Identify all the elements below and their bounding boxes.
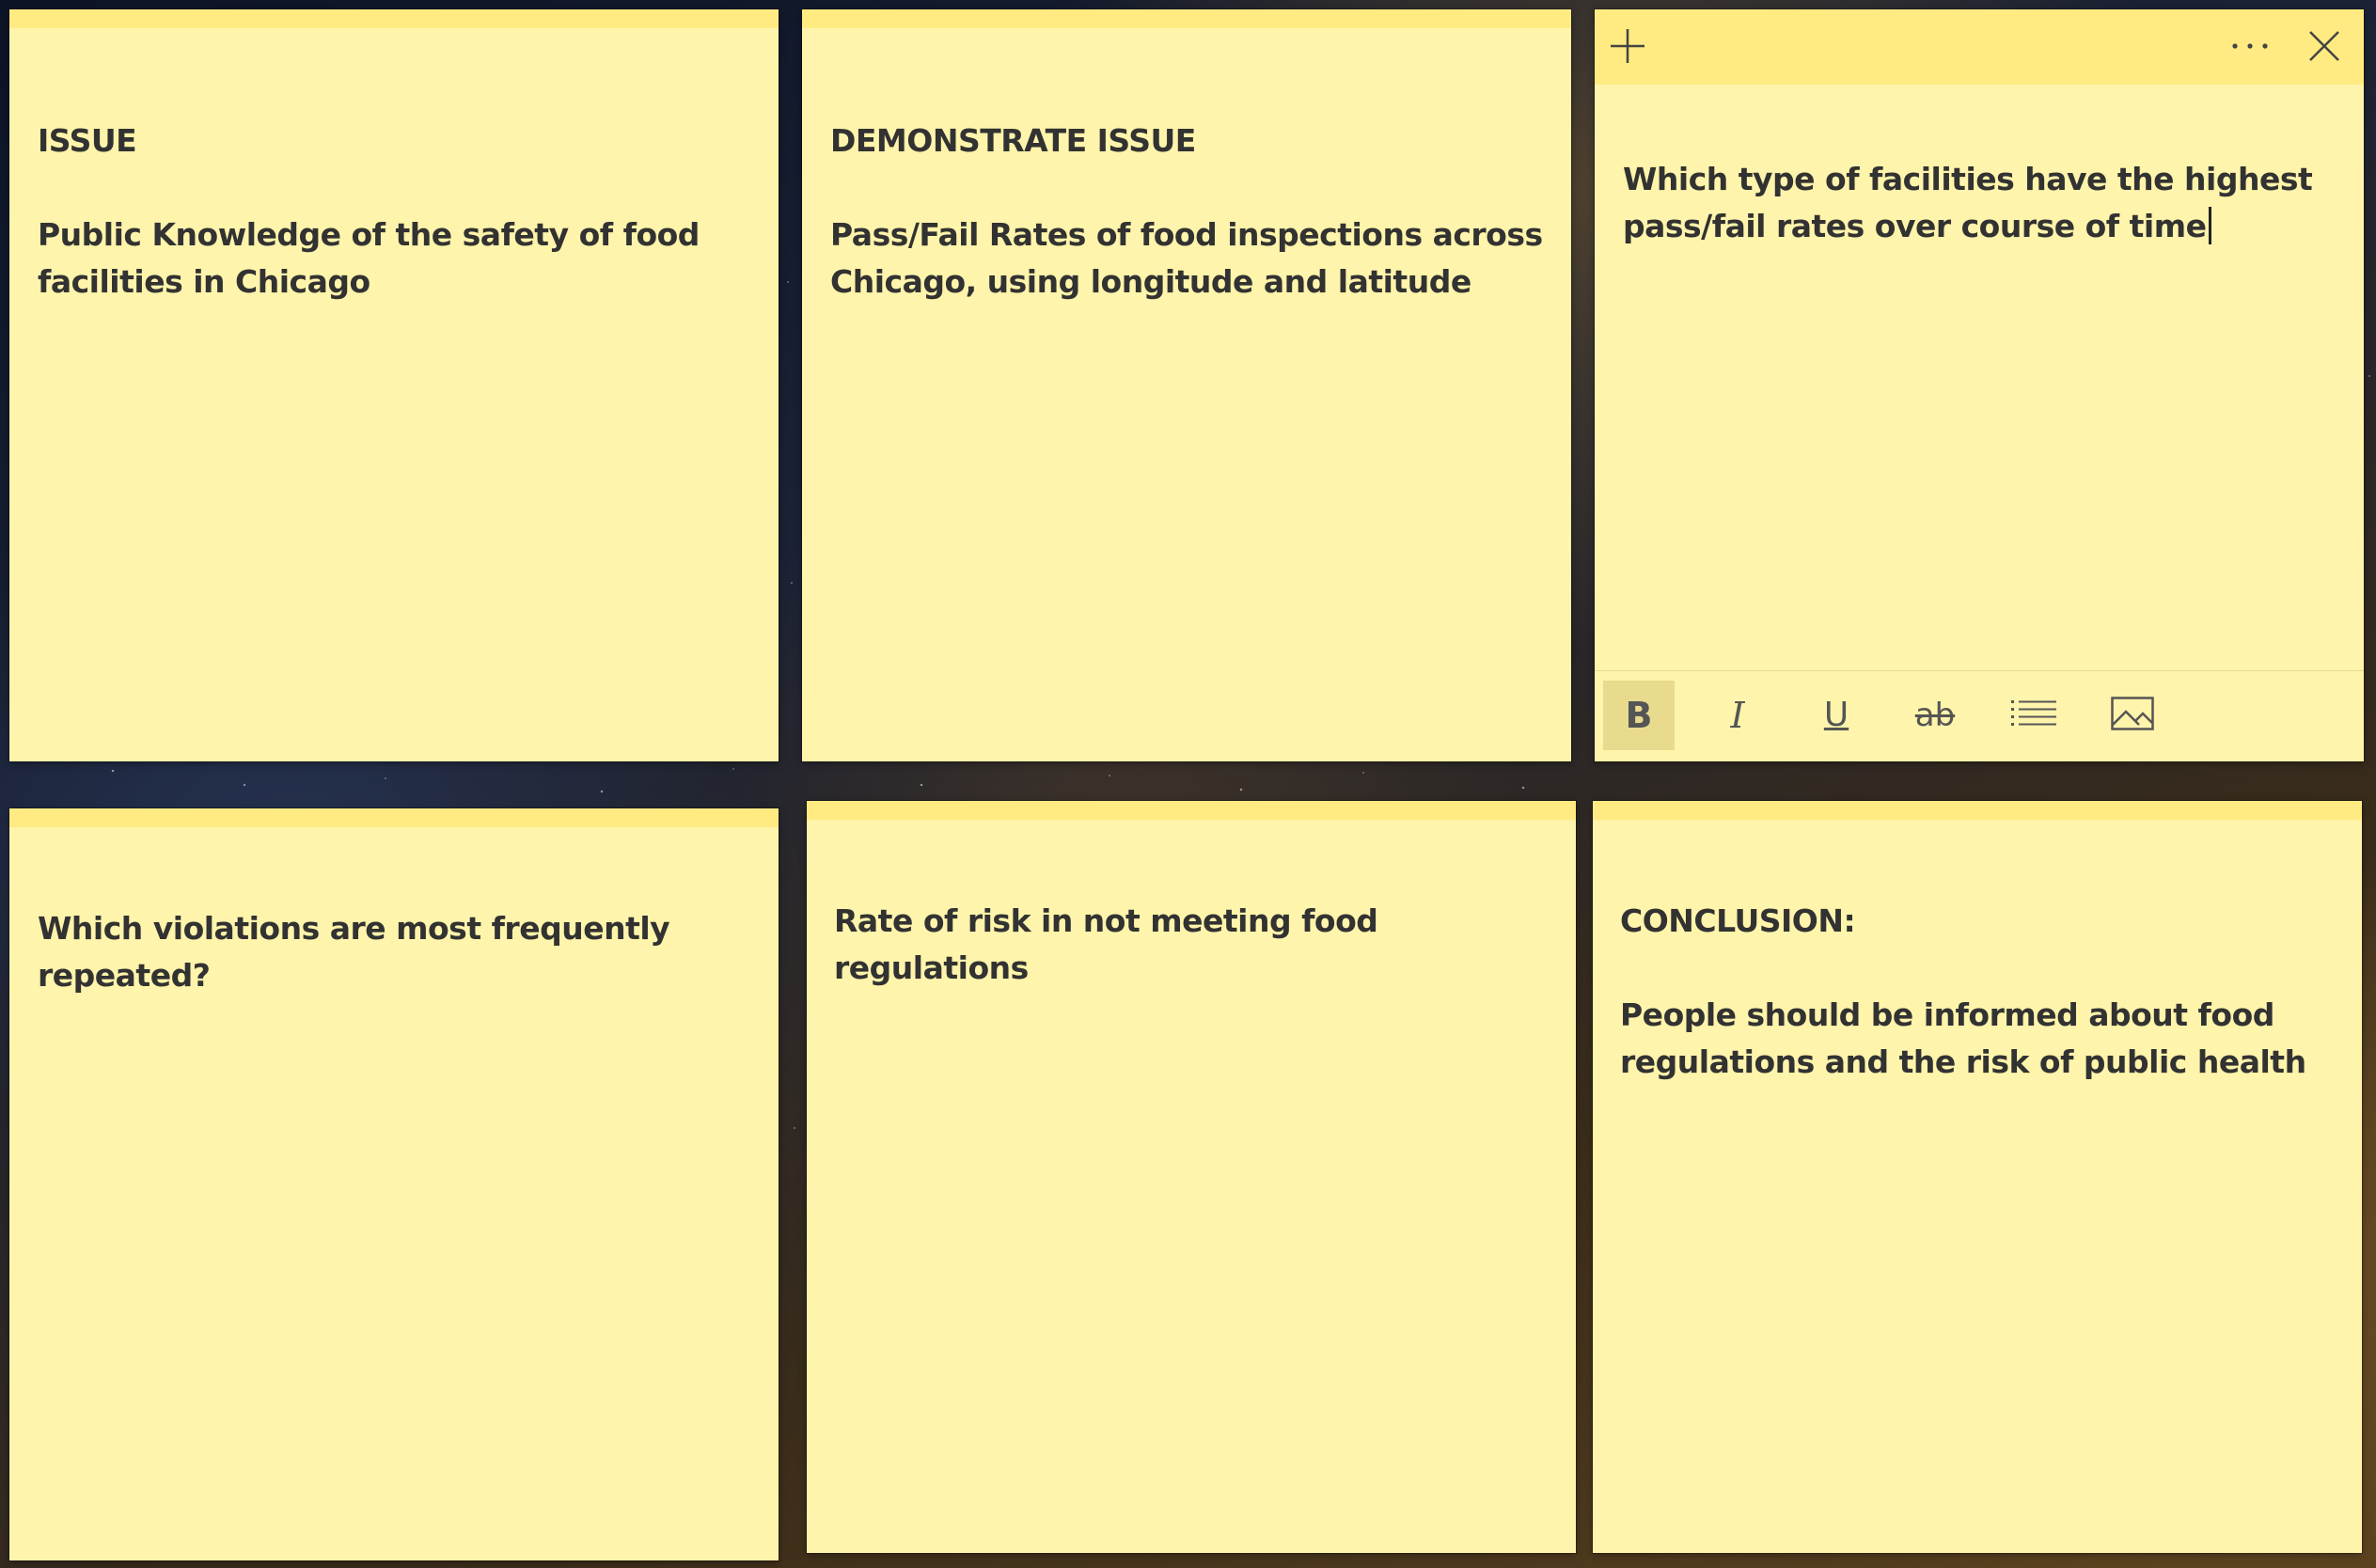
insert-image-button[interactable] xyxy=(2097,681,2168,750)
underline-label: U xyxy=(1823,696,1849,734)
sticky-note-issue[interactable]: ISSUE Public Knowledge of the safety of … xyxy=(9,9,779,761)
bold-label: B xyxy=(1625,695,1653,736)
bold-button[interactable]: B xyxy=(1603,681,1675,750)
note-header[interactable] xyxy=(1595,9,2364,85)
note-top-bar[interactable] xyxy=(9,808,779,827)
note-content[interactable]: DEMONSTRATE ISSUE Pass/Fail Rates of foo… xyxy=(830,118,1549,306)
note-top-bar[interactable] xyxy=(9,9,779,28)
strikethrough-label: ab xyxy=(1914,697,1956,734)
note-body: Which violations are most frequently rep… xyxy=(38,910,681,994)
plus-icon[interactable] xyxy=(1604,23,1651,70)
sticky-note-conclusion[interactable]: CONCLUSION: People should be informed ab… xyxy=(1593,801,2362,1553)
strikethrough-button[interactable]: ab xyxy=(1899,681,1971,750)
bullet-list-icon xyxy=(2011,698,2056,732)
image-icon xyxy=(2111,697,2154,734)
note-top-bar[interactable] xyxy=(807,801,1576,820)
note-body: Pass/Fail Rates of food inspections acro… xyxy=(830,216,1553,300)
more-icon[interactable] xyxy=(2227,23,2274,70)
underline-button[interactable]: U xyxy=(1801,681,1872,750)
note-body: Rate of risk in not meeting food regulat… xyxy=(834,902,1389,986)
note-top-bar[interactable] xyxy=(802,9,1571,28)
note-heading: ISSUE xyxy=(38,122,137,159)
note-content[interactable]: Rate of risk in not meeting food regulat… xyxy=(834,898,1553,992)
sticky-note-rate-of-risk[interactable]: Rate of risk in not meeting food regulat… xyxy=(807,801,1576,1553)
close-icon[interactable] xyxy=(2301,23,2348,70)
sticky-note-violations[interactable]: Which violations are most frequently rep… xyxy=(9,808,779,1560)
note-body: Public Knowledge of the safety of food f… xyxy=(38,216,710,300)
note-body-text: Which type of facilities have the highes… xyxy=(1623,161,2323,244)
note-content[interactable]: CONCLUSION: People should be informed ab… xyxy=(1620,898,2339,1086)
text-cursor xyxy=(2208,207,2211,244)
note-editor[interactable]: Which type of facilities have the highes… xyxy=(1623,156,2341,250)
note-heading: DEMONSTRATE ISSUE xyxy=(830,122,1196,159)
sticky-note-demonstrate-issue[interactable]: DEMONSTRATE ISSUE Pass/Fail Rates of foo… xyxy=(802,9,1571,761)
note-body: Which type of facilities have the highes… xyxy=(1623,156,2341,250)
bullet-list-button[interactable] xyxy=(1998,681,2069,750)
italic-label: I xyxy=(1730,695,1745,736)
note-content[interactable]: Which violations are most frequently rep… xyxy=(38,905,756,999)
italic-button[interactable]: I xyxy=(1702,681,1773,750)
note-heading: CONCLUSION: xyxy=(1620,902,1856,939)
note-body: People should be informed about food reg… xyxy=(1620,996,2306,1080)
formatting-toolbar: B I U ab xyxy=(1595,670,2364,761)
sticky-note-active[interactable]: Which type of facilities have the highes… xyxy=(1595,9,2364,761)
note-top-bar[interactable] xyxy=(1593,801,2362,820)
note-content[interactable]: ISSUE Public Knowledge of the safety of … xyxy=(38,118,756,306)
